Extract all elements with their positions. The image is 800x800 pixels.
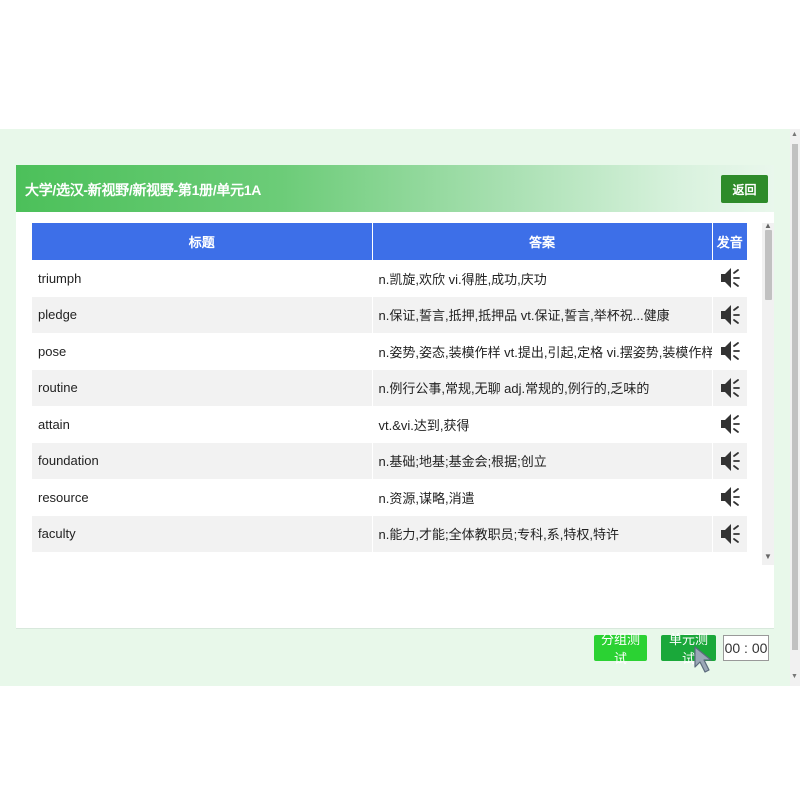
speaker-icon[interactable] [719,302,741,328]
panel-header: 大学/选汉-新视野/新视野-第1册/单元1A 返回 [16,165,774,212]
speaker-icon[interactable] [719,521,741,547]
page-scroll-down-arrow-icon[interactable]: ▼ [791,673,798,680]
pronunciation-cell [712,515,747,552]
pronunciation-cell [712,442,747,479]
speaker-icon[interactable] [719,411,741,437]
meaning-cell: n.姿势,姿态,装模作样 vt.提出,引起,定格 vi.摆姿势,装模作样 [372,333,713,370]
table-scroll-thumb[interactable] [765,230,772,300]
pronunciation-cell [712,479,747,516]
pronunciation-cell [712,369,747,406]
table-row: attain vt.&vi.达到,获得 [32,406,747,443]
meaning-cell: n.凯旋,欢欣 vi.得胜,成功,庆功 [372,260,713,297]
word-cell: pledge [32,296,373,333]
table-row: faculty n.能力,才能;全体教职员;专科,系,特权,特许 [32,515,747,552]
pronunciation-cell [712,333,747,370]
vocabulary-table-container: 标题 答案 发音 triumph n.凯旋,欢欣 vi.得胜,成功,庆功 pledg… [32,223,747,565]
page-scroll-up-arrow-icon[interactable]: ▲ [791,131,798,138]
mouse-pointer-icon [694,646,712,673]
speaker-icon[interactable] [719,484,741,510]
word-cell: pose [32,333,373,370]
column-header-pronunciation: 发音 [712,223,747,260]
word-cell: foundation [32,442,373,479]
timer-display: 00 : 00 [723,635,769,661]
meaning-cell: n.资源,谋略,消遣 [372,479,713,516]
word-cell: routine [32,369,373,406]
speaker-icon[interactable] [719,448,741,474]
word-cell: resource [32,479,373,516]
meaning-cell: vt.&vi.达到,获得 [372,406,713,443]
page-scroll-thumb[interactable] [792,144,798,650]
table-row: resource n.资源,谋略,消遣 [32,479,747,516]
column-header-answer: 答案 [372,223,713,260]
vocabulary-table: 标题 答案 发音 triumph n.凯旋,欢欣 vi.得胜,成功,庆功 pledg… [32,223,747,552]
meaning-cell: n.保证,誓言,抵押,抵押品 vt.保证,誓言,举杯祝...健康 [372,296,713,333]
pronunciation-cell [712,260,747,297]
meaning-cell: n.基础;地基;基金会;根据;创立 [372,442,713,479]
speaker-icon[interactable] [719,375,741,401]
speaker-icon[interactable] [719,338,741,364]
speaker-icon[interactable] [719,265,741,291]
table-scrollbar[interactable]: ▲ ▼ [762,221,774,565]
breadcrumb: 大学/选汉-新视野/新视野-第1册/单元1A [25,182,262,198]
table-scroll-up-arrow-icon[interactable]: ▲ [764,221,772,230]
group-test-button[interactable]: 分组测试 [594,632,647,666]
word-cell: attain [32,406,373,443]
back-button[interactable]: 返回 [721,175,768,203]
word-cell: faculty [32,515,373,552]
table-scroll-down-arrow-icon[interactable]: ▼ [764,552,772,561]
pronunciation-cell [712,296,747,333]
table-row: routine n.例行公事,常规,无聊 adj.常规的,例行的,乏味的 [32,369,747,406]
table-row: pledge n.保证,誓言,抵押,抵押品 vt.保证,誓言,举杯祝...健康 [32,296,747,333]
table-row: foundation n.基础;地基;基金会;根据;创立 [32,442,747,479]
column-header-title: 标题 [32,223,373,260]
meaning-cell: n.例行公事,常规,无聊 adj.常规的,例行的,乏味的 [372,369,713,406]
pronunciation-cell [712,406,747,443]
table-header-row: 标题 答案 发音 [32,223,747,260]
table-row: pose n.姿势,姿态,装模作样 vt.提出,引起,定格 vi.摆姿势,装模作样 [32,333,747,370]
table-row: triumph n.凯旋,欢欣 vi.得胜,成功,庆功 [32,260,747,297]
vocabulary-panel: 大学/选汉-新视野/新视野-第1册/单元1A 返回 标题 答案 发音 trium… [16,165,774,629]
word-cell: triumph [32,260,373,297]
meaning-cell: n.能力,才能;全体教职员;专科,系,特权,特许 [372,515,713,552]
